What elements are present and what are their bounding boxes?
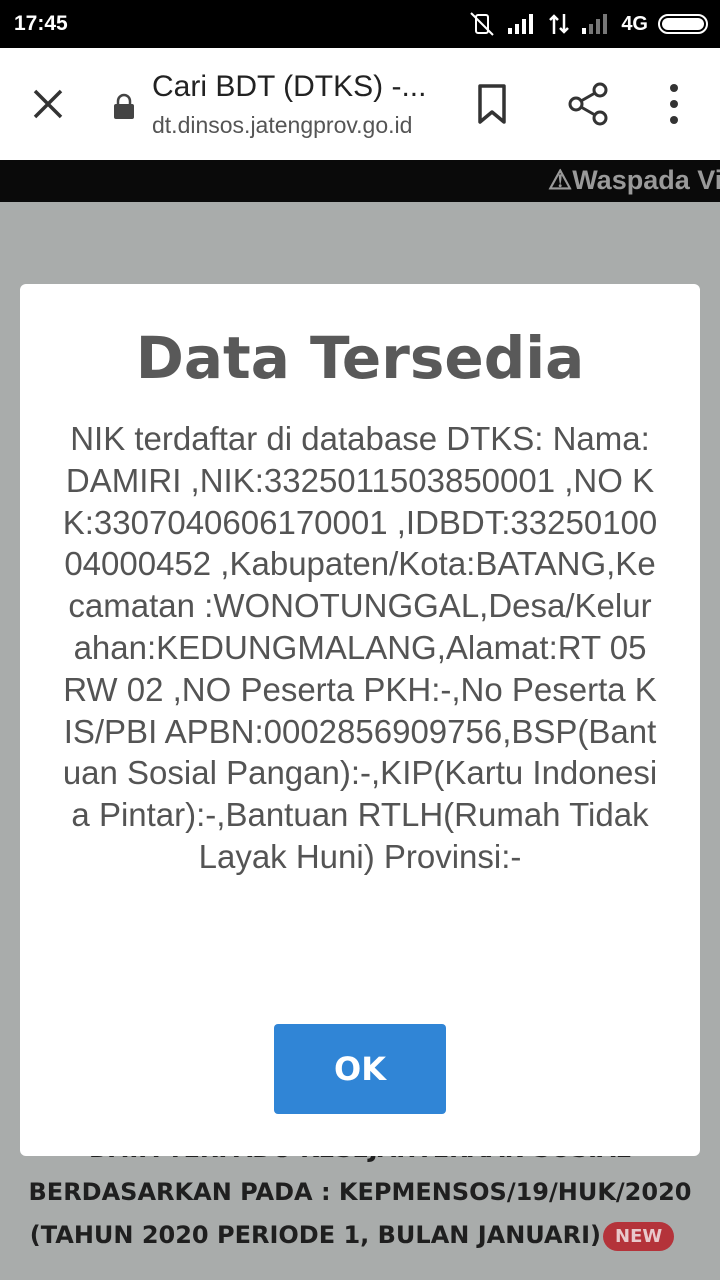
- vibrate-off-icon: [470, 12, 495, 36]
- announcement-marquee: ⚠Waspada Vi: [0, 160, 720, 202]
- page-heading-line-3: (TAHUN 2020 PERIODE 1, BULAN JANUARI) NEW: [0, 1221, 712, 1251]
- more-options-icon[interactable]: [652, 78, 696, 130]
- page-heading-line-2: BERDASARKAN PADA : KEPMENSOS/19/HUK/2020: [28, 1178, 692, 1206]
- page-title: Cari BDT (DTKS) -...: [152, 70, 427, 103]
- page-heading-line-3-text: (TAHUN 2020 PERIODE 1, BULAN JANUARI): [29, 1221, 602, 1249]
- signal-icon: [508, 14, 534, 34]
- signal-weak-icon: [582, 14, 608, 34]
- result-dialog: Data Tersedia NIK terdaftar di database …: [20, 284, 700, 1156]
- status-icons: 4G: [467, 10, 708, 38]
- battery-icon: [658, 14, 708, 34]
- bookmark-icon[interactable]: [468, 78, 516, 130]
- status-bar: 17:45 4G: [0, 0, 720, 48]
- dialog-title: Data Tersedia: [135, 324, 585, 392]
- page-url[interactable]: dt.dinsos.jatengprov.go.id: [152, 112, 412, 139]
- marquee-text: ⚠Waspada Vi: [548, 165, 720, 195]
- data-transfer-icon: [549, 14, 570, 34]
- network-type: 4G: [621, 12, 648, 35]
- share-icon[interactable]: [562, 78, 614, 130]
- status-time: 17:45: [14, 12, 68, 35]
- ok-button[interactable]: OK: [274, 1024, 446, 1114]
- new-badge: NEW: [603, 1221, 675, 1251]
- browser-toolbar: Cari BDT (DTKS) -... dt.dinsos.jatengpro…: [0, 48, 720, 160]
- lock-icon: [114, 93, 134, 119]
- close-icon[interactable]: [26, 82, 70, 126]
- dialog-message: NIK terdaftar di database DTKS: Nama:DAM…: [62, 420, 658, 875]
